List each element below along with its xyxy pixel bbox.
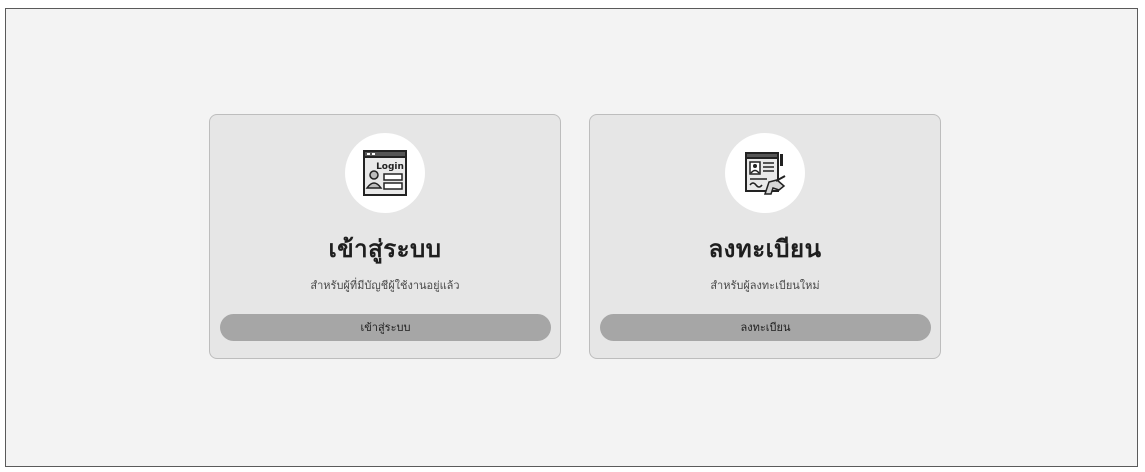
register-card: ลงทะเบียน สำหรับผู้ลงทะเบียนใหม่ ลงทะเบี… [589,114,941,359]
register-button[interactable]: ลงทะเบียน [600,314,931,341]
login-icon-text: Login [376,162,404,172]
login-icon-badge: Login [345,133,425,213]
login-card: Login เข้าสู่ระบบ สำหรับผู้ที่มีบัญชีผู้… [209,114,561,359]
register-subtitle: สำหรับผู้ลงทะเบียนใหม่ [710,279,820,292]
page-frame: Login เข้าสู่ระบบ สำหรับผู้ที่มีบัญชีผู้… [5,8,1138,467]
login-button[interactable]: เข้าสู่ระบบ [220,314,551,341]
login-window-icon: Login [363,150,407,196]
register-title: ลงทะเบียน [708,235,822,263]
register-form-icon [745,152,786,195]
register-icon-badge [725,133,805,213]
login-title: เข้าสู่ระบบ [328,235,442,263]
login-subtitle: สำหรับผู้ที่มีบัญชีผู้ใช้งานอยู่แล้ว [310,279,460,292]
